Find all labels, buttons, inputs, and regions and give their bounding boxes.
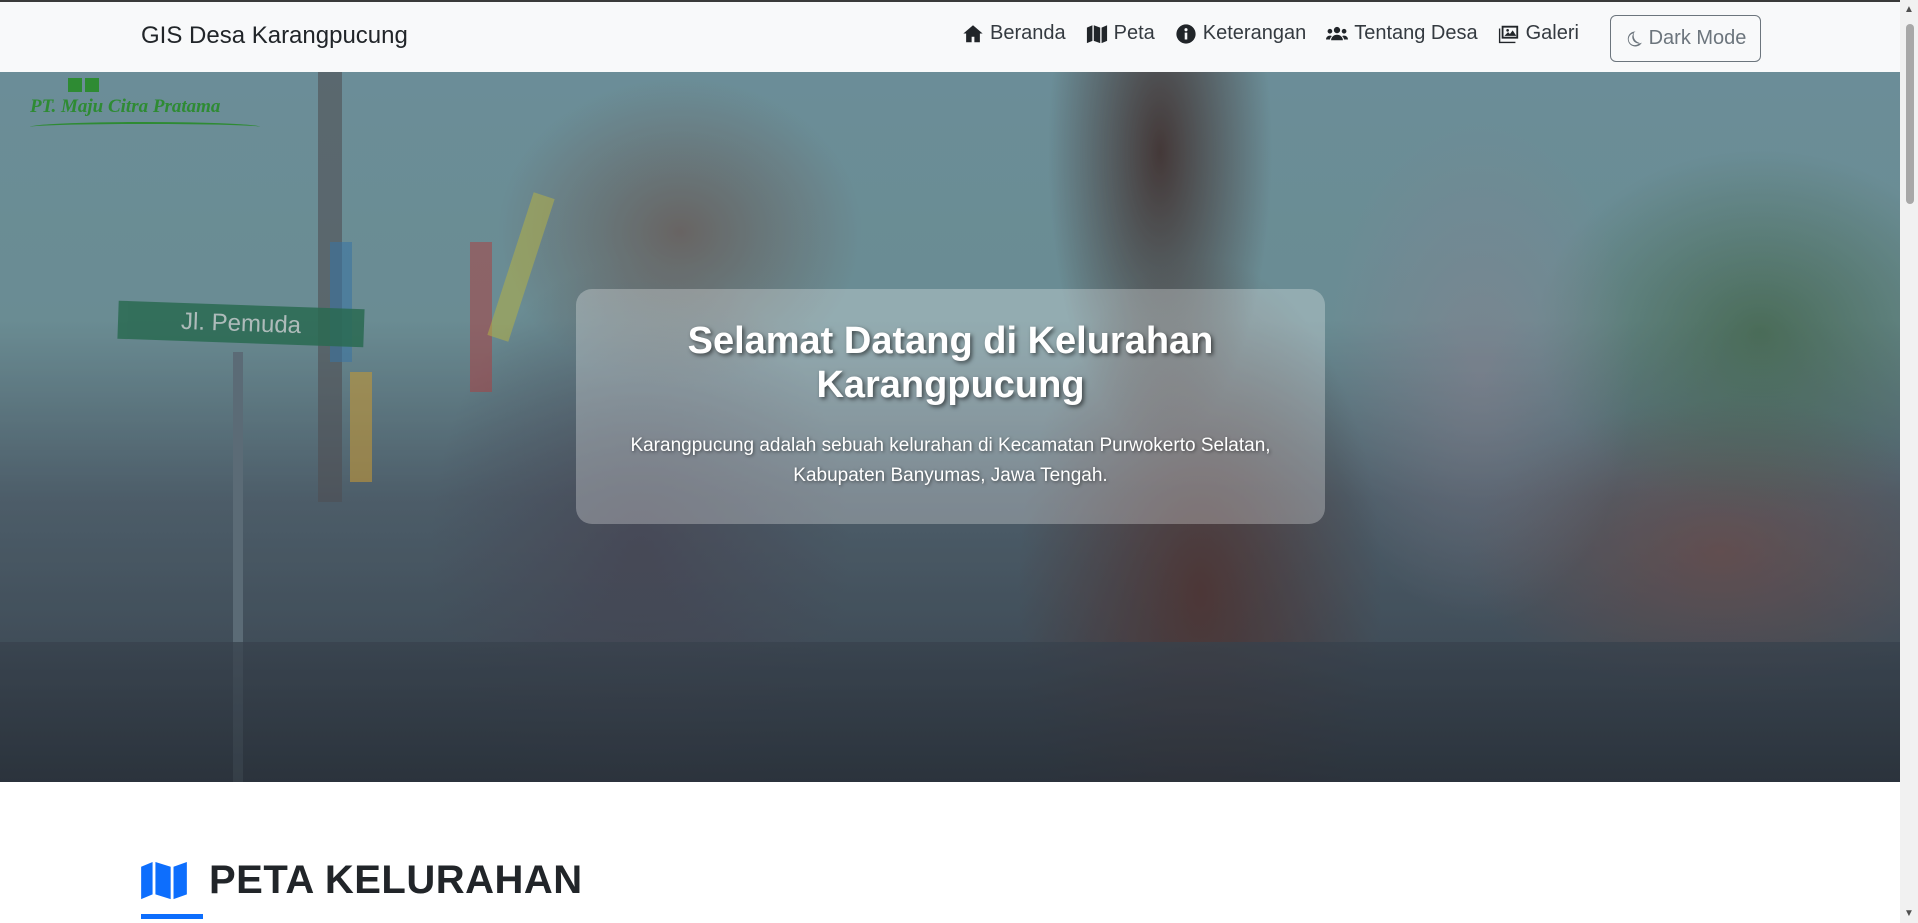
section-title: PETA KELURAHAN	[209, 858, 583, 902]
scrollbar-thumb[interactable]	[1906, 24, 1914, 204]
scroll-down-arrow-icon[interactable]: ▼	[1904, 908, 1914, 919]
logo-text: PT. Maju Citra Pratama	[30, 96, 221, 117]
nav-beranda-label: Beranda	[990, 22, 1066, 44]
navbar: GIS Desa Karangpucung Beranda Peta Keter…	[0, 0, 1900, 72]
nav-tentang-desa-label: Tentang Desa	[1354, 22, 1478, 44]
page: GIS Desa Karangpucung Beranda Peta Keter…	[0, 0, 1918, 923]
info-circle-icon	[1176, 23, 1196, 44]
nav-links: Beranda Peta Keterangan Tentang Desa Gal…	[962, 22, 1599, 45]
dark-mode-label: Dark Mode	[1648, 27, 1747, 49]
logo-mark	[68, 78, 99, 92]
users-icon	[1326, 26, 1349, 40]
nav-galeri[interactable]: Galeri	[1498, 22, 1579, 45]
scroll-up-arrow-icon[interactable]: ▲	[1904, 4, 1914, 15]
nav-peta[interactable]: Peta	[1086, 22, 1155, 45]
nav-tentang-desa[interactable]: Tentang Desa	[1326, 22, 1478, 45]
home-icon	[963, 24, 983, 42]
map-icon	[141, 861, 187, 899]
images-icon	[1498, 25, 1518, 43]
section-underline	[141, 914, 203, 919]
company-logo: PT. Maju Citra Pratama	[30, 78, 270, 130]
moon-icon	[1627, 30, 1642, 46]
dark-mode-button[interactable]: Dark Mode	[1610, 15, 1761, 62]
welcome-card: Selamat Datang di Kelurahan Karangpucung…	[576, 289, 1325, 524]
brand-link[interactable]: GIS Desa Karangpucung	[141, 22, 408, 50]
section-header: PETA KELURAHAN	[141, 858, 583, 903]
nav-galeri-label: Galeri	[1525, 22, 1579, 44]
welcome-description: Karangpucung adalah sebuah kelurahan di …	[630, 435, 1271, 486]
welcome-title: Selamat Datang di Kelurahan Karangpucung	[687, 320, 1214, 406]
nav-peta-label: Peta	[1113, 22, 1155, 44]
map-icon	[1086, 24, 1107, 43]
logo-swoosh	[30, 122, 260, 132]
nav-keterangan[interactable]: Keterangan	[1175, 22, 1306, 45]
nav-beranda[interactable]: Beranda	[962, 22, 1066, 45]
hero-section: Jl. Pemuda PT. Maju Citra Pratama Selama…	[0, 72, 1900, 782]
nav-keterangan-label: Keterangan	[1202, 22, 1307, 44]
